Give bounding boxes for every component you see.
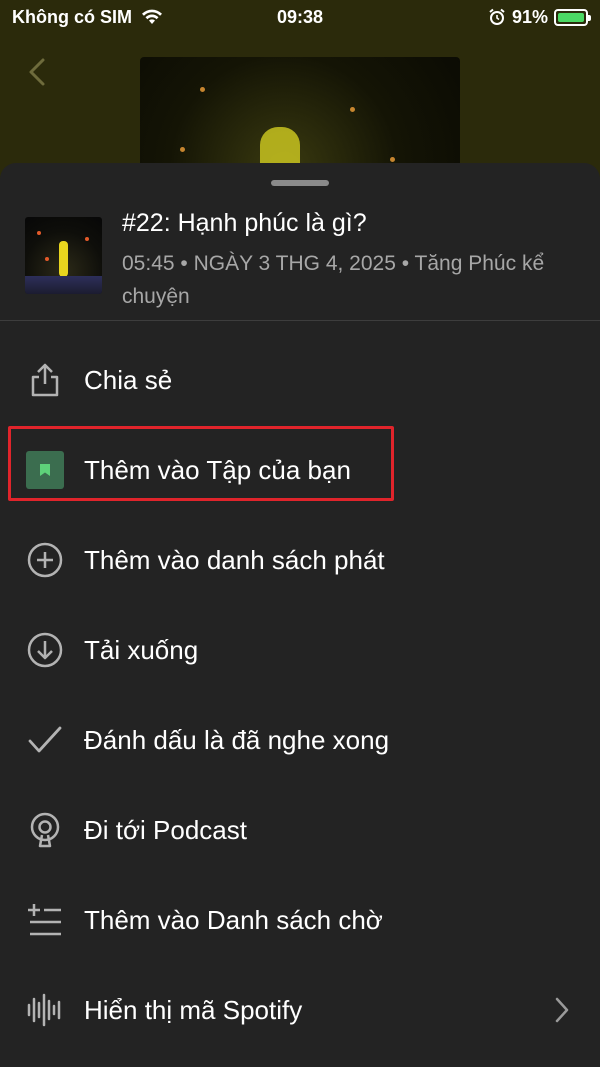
status-bar: Không có SIM 09:38 91% [0, 0, 600, 34]
menu-item-show-spotify-code[interactable]: Hiển thị mã Spotify [0, 965, 600, 1055]
battery-icon [554, 8, 591, 26]
action-sheet: #22: Hạnh phúc là gì? 05:45 • NGÀY 3 THG… [0, 163, 600, 1067]
bookmark-icon [25, 450, 65, 490]
episode-title: #22: Hạnh phúc là gì? [122, 209, 367, 237]
sheet-grabber[interactable] [271, 180, 329, 186]
menu-item-download[interactable]: Tải xuống [0, 605, 600, 695]
menu-item-label: Đi tới Podcast [84, 814, 247, 845]
menu-item-mark-as-played[interactable]: Đánh dấu là đã nghe xong [0, 695, 600, 785]
spotify-code-icon [25, 990, 65, 1030]
menu-item-label: Tải xuống [84, 634, 199, 665]
clock: 09:38 [276, 6, 324, 27]
menu-item-go-to-podcast[interactable]: Đi tới Podcast [0, 785, 600, 875]
menu-item-share[interactable]: Chia sẻ [0, 335, 600, 425]
episode-thumbnail [25, 217, 102, 294]
download-icon [25, 630, 65, 670]
menu-item-label: Thêm vào Tập của bạn [84, 454, 351, 485]
action-menu: Chia sẻ Thêm vào Tập của bạn Thêm vào da… [0, 335, 600, 1055]
menu-item-add-to-queue[interactable]: Thêm vào Danh sách chờ [0, 875, 600, 965]
share-icon [25, 360, 65, 400]
podcast-icon [25, 810, 65, 850]
alarm-icon [489, 8, 505, 25]
divider [0, 320, 600, 321]
carrier-label: Không có SIM [12, 6, 132, 27]
menu-item-label: Thêm vào danh sách phát [84, 544, 385, 575]
battery-percent: 91% [511, 6, 548, 27]
menu-item-label: Chia sẻ [84, 364, 173, 395]
chevron-right-icon [555, 997, 569, 1023]
queue-add-icon [25, 900, 65, 940]
menu-item-add-to-episodes[interactable]: Thêm vào Tập của bạn [0, 425, 600, 515]
menu-item-add-to-playlist[interactable]: Thêm vào danh sách phát [0, 515, 600, 605]
episode-meta: 05:45 • NGÀY 3 THG 4, 2025 • Tăng Phúc k… [122, 252, 545, 308]
episode-header: #22: Hạnh phúc là gì? 05:45 • NGÀY 3 THG… [0, 201, 600, 321]
check-icon [25, 720, 65, 760]
menu-item-label: Thêm vào Danh sách chờ [84, 904, 383, 935]
plus-circle-icon [25, 540, 65, 580]
menu-item-label: Hiển thị mã Spotify [84, 994, 303, 1025]
back-icon [29, 58, 45, 86]
menu-item-label: Đánh dấu là đã nghe xong [84, 724, 390, 755]
wifi-icon [142, 9, 162, 24]
